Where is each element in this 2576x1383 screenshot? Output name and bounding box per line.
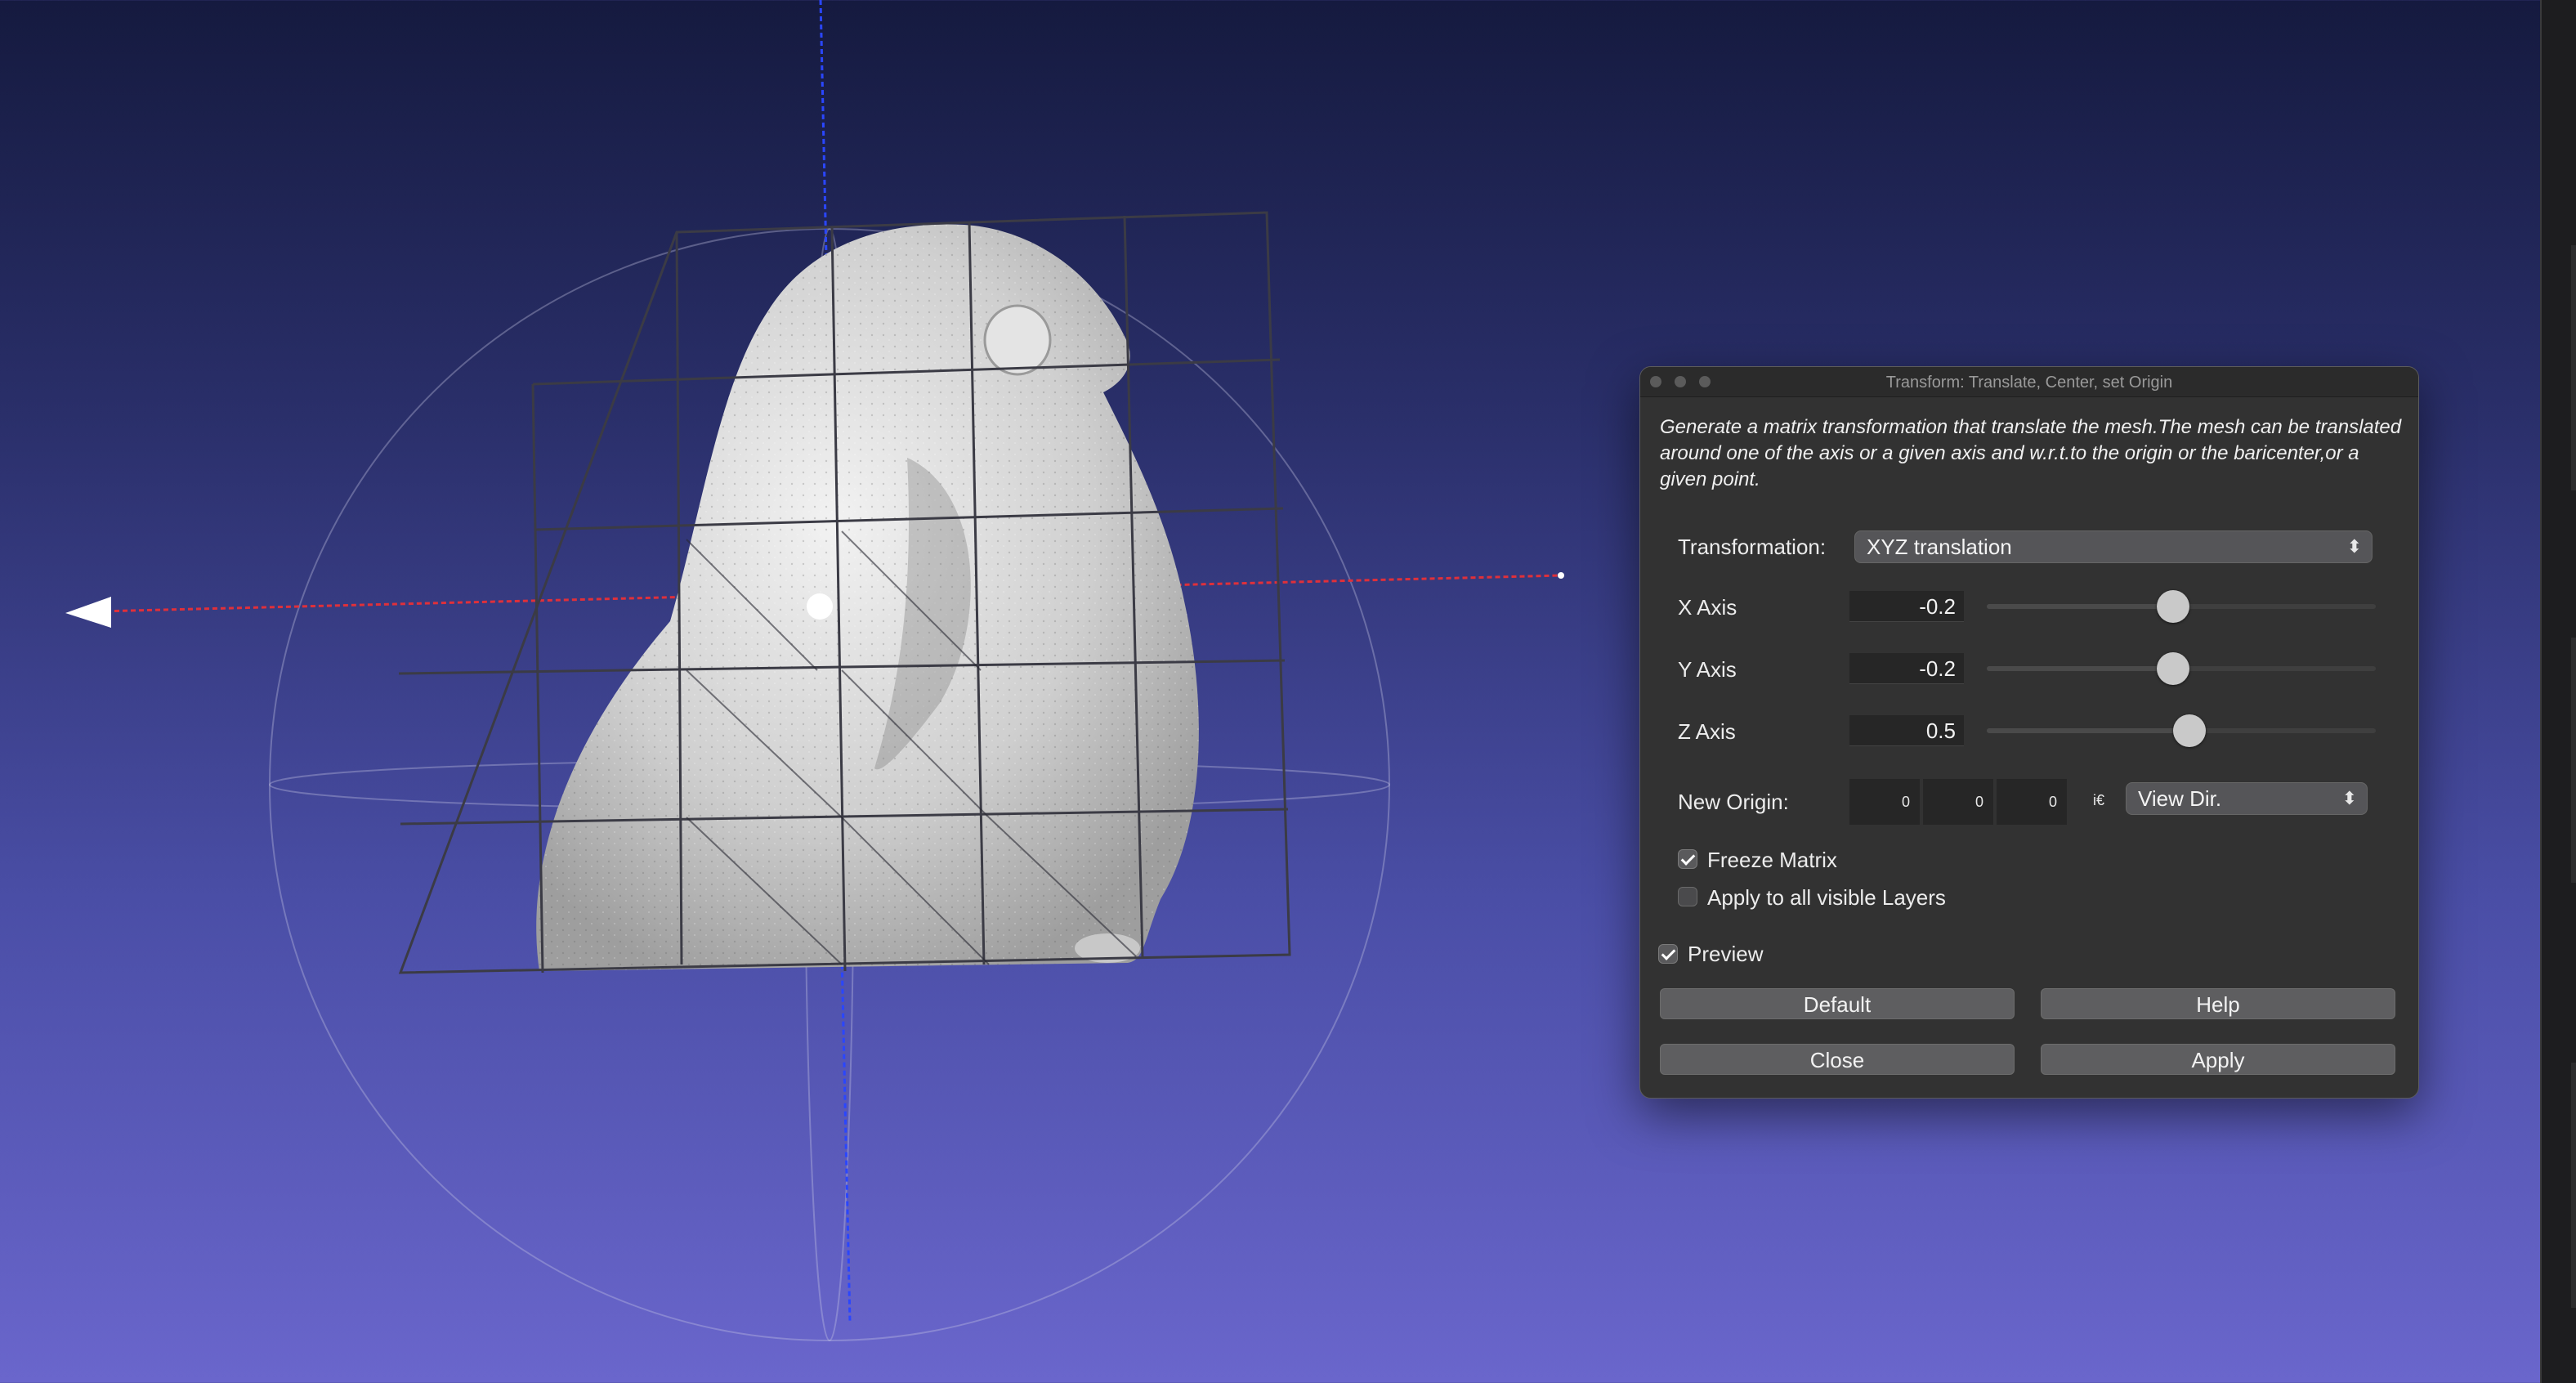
y-axis-slider[interactable] xyxy=(1987,652,2376,685)
x-axis-label: X Axis xyxy=(1678,595,1737,620)
y-axis-slider-handle[interactable] xyxy=(2157,652,2190,685)
close-button[interactable]: Close xyxy=(1660,1044,2015,1075)
z-axis-input[interactable]: 0.5 xyxy=(1849,715,1964,746)
default-button[interactable]: Default xyxy=(1660,988,2015,1019)
side-panel-edge xyxy=(2540,0,2576,1383)
freeze-matrix-checkbox[interactable] xyxy=(1678,849,1697,869)
transformation-label: Transformation: xyxy=(1678,535,1827,559)
origin-x-input[interactable]: 0 xyxy=(1849,779,1920,825)
z-axis-slider[interactable] xyxy=(1987,714,2376,747)
chevron-updown-icon: ⬍ xyxy=(2346,536,2362,557)
origin-mode-value: View Dir. xyxy=(2138,786,2222,811)
y-axis-label: Y Axis xyxy=(1678,657,1737,682)
new-origin-label: New Origin: xyxy=(1678,790,1789,814)
z-axis-label: Z Axis xyxy=(1678,719,1736,744)
panel-segment xyxy=(2571,1063,2576,1308)
x-axis-slider-track xyxy=(1987,604,2174,609)
help-button[interactable]: Help xyxy=(2041,988,2395,1019)
x-axis-slider-handle[interactable] xyxy=(2157,590,2190,623)
x-axis-input[interactable]: -0.2 xyxy=(1849,591,1964,622)
apply-all-layers-label: Apply to all visible Layers xyxy=(1707,885,1946,910)
preview-label: Preview xyxy=(1688,942,1764,966)
origin-z-input[interactable]: 0 xyxy=(1997,779,2067,825)
dialog-title: Transform: Translate, Center, set Origin xyxy=(1885,374,2173,392)
y-axis-input[interactable]: -0.2 xyxy=(1849,653,1964,684)
y-axis-slider-track xyxy=(1987,666,2174,671)
dialog-titlebar[interactable]: Transform: Translate, Center, set Origin xyxy=(1640,367,2418,397)
pivot-point xyxy=(807,593,833,620)
origin-mode-select[interactable]: View Dir. ⬍ xyxy=(2126,782,2368,815)
panel-segment xyxy=(2571,245,2576,490)
z-axis-slider-handle[interactable] xyxy=(2172,714,2206,747)
chevron-updown-icon: ⬍ xyxy=(2341,788,2357,808)
apply-button[interactable]: Apply xyxy=(2041,1044,2395,1075)
apply-all-layers-checkbox[interactable] xyxy=(1678,887,1697,906)
preview-checkbox[interactable] xyxy=(1658,944,1678,964)
transformation-select[interactable]: XYZ translation ⬍ xyxy=(1854,530,2373,563)
dialog-description: Generate a matrix transformation that tr… xyxy=(1660,416,2402,490)
origin-y-input[interactable]: 0 xyxy=(1923,779,1993,825)
freeze-matrix-label: Freeze Matrix xyxy=(1707,848,1837,872)
panel-segment xyxy=(2571,638,2576,883)
transformation-value: XYZ translation xyxy=(1867,535,2012,559)
axis-arrow-icon xyxy=(65,597,111,628)
z-axis-slider-track xyxy=(1987,728,2189,733)
bird-mesh xyxy=(536,224,1199,972)
x-axis-slider[interactable] xyxy=(1987,590,2376,623)
origin-picker-icon[interactable]: i€ xyxy=(2093,792,2104,809)
transform-dialog: Transform: Translate, Center, set Origin… xyxy=(1639,366,2419,1099)
